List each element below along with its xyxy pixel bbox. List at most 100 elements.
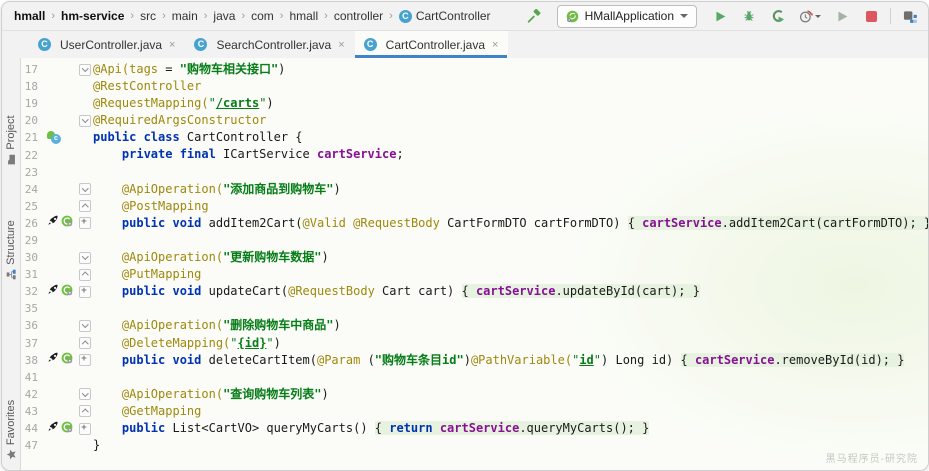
breadcrumb-item-hmall[interactable]: hmall bbox=[12, 8, 47, 24]
code-text[interactable]: public void deleteCartItem(@Param ("购物车条… bbox=[93, 352, 928, 369]
run-configuration-select[interactable]: HMallApplication bbox=[557, 5, 697, 28]
sidebar-item-structure[interactable]: Structure bbox=[5, 213, 17, 287]
fold-marker-icon[interactable] bbox=[79, 252, 91, 264]
fold-marker-icon[interactable] bbox=[79, 200, 91, 212]
stop-icon[interactable] bbox=[861, 6, 881, 26]
close-icon[interactable]: × bbox=[338, 39, 344, 51]
chevron-down-icon[interactable] bbox=[815, 15, 821, 18]
breadcrumb-item-com[interactable]: com bbox=[249, 8, 276, 24]
breadcrumb-item-java[interactable]: java bbox=[211, 8, 237, 24]
fold-marker-icon[interactable] bbox=[79, 337, 91, 349]
breadcrumb-item-controller[interactable]: controller bbox=[332, 8, 385, 24]
code-text[interactable]: @RequestMapping("/carts") bbox=[93, 95, 928, 112]
breadcrumb-item-hmall[interactable]: hmall bbox=[287, 8, 320, 24]
line-number[interactable]: 41 bbox=[21, 369, 47, 386]
code-text[interactable]: @GetMapping bbox=[93, 403, 928, 420]
fold-marker-icon[interactable] bbox=[79, 183, 91, 195]
spring-bean-class-icon[interactable] bbox=[47, 131, 61, 144]
code-line-36: 36 @ApiOperation("删除购物车中商品") bbox=[21, 317, 928, 334]
run-configuration-label: HMallApplication bbox=[585, 9, 674, 23]
build-hammer-icon[interactable] bbox=[524, 6, 544, 26]
line-number[interactable]: 25 bbox=[21, 198, 47, 215]
code-text[interactable]: @RestController bbox=[93, 78, 928, 95]
rocket-icon[interactable] bbox=[47, 420, 60, 438]
sidebar-item-label: Project bbox=[5, 115, 17, 149]
run-icon[interactable] bbox=[710, 6, 730, 26]
code-text[interactable]: @Api(tags = "购物车相关接口") bbox=[93, 61, 928, 78]
line-number[interactable]: 22 bbox=[21, 147, 47, 164]
code-token: ) Long id) bbox=[601, 353, 680, 367]
fold-marker-icon[interactable] bbox=[79, 354, 91, 366]
line-number[interactable]: 43 bbox=[21, 403, 47, 420]
code-text[interactable]: public class CartController { bbox=[93, 129, 928, 146]
close-icon[interactable]: × bbox=[492, 39, 498, 51]
line-number[interactable]: 30 bbox=[21, 249, 47, 266]
code-text[interactable]: @ApiOperation("查询购物车列表") bbox=[93, 386, 928, 403]
code-text[interactable]: @PostMapping bbox=[93, 198, 928, 215]
code-text[interactable]: public void addItem2Cart(@Valid @Request… bbox=[93, 215, 928, 232]
line-number[interactable]: 36 bbox=[21, 317, 47, 334]
code-text[interactable]: @ApiOperation("添加商品到购物车") bbox=[93, 181, 928, 198]
spring-bean-method-icon[interactable] bbox=[61, 351, 73, 369]
line-number[interactable]: 20 bbox=[21, 112, 47, 129]
spring-bean-method-icon[interactable] bbox=[61, 420, 73, 438]
line-number[interactable]: 38 bbox=[21, 352, 47, 369]
line-number[interactable]: 29 bbox=[21, 232, 47, 249]
rocket-icon[interactable] bbox=[47, 283, 60, 301]
tab-CartController.java[interactable]: CCartController.java× bbox=[355, 31, 509, 58]
fold-marker-icon[interactable] bbox=[79, 269, 91, 281]
sidebar-item-favorites[interactable]: Favorites bbox=[5, 393, 17, 467]
code-token: updateCart( bbox=[201, 284, 288, 298]
code-text[interactable]: } bbox=[93, 437, 928, 454]
line-number[interactable]: 37 bbox=[21, 335, 47, 352]
spring-bean-method-icon[interactable] bbox=[61, 214, 73, 232]
fold-marker-icon[interactable] bbox=[79, 64, 91, 76]
profiler-icon[interactable] bbox=[797, 6, 823, 26]
line-number[interactable]: 32 bbox=[21, 283, 47, 300]
line-number[interactable]: 35 bbox=[21, 300, 47, 317]
fold-marker-icon[interactable] bbox=[79, 286, 91, 298]
line-number[interactable]: 47 bbox=[21, 437, 47, 454]
spring-bean-method-icon[interactable] bbox=[61, 283, 73, 301]
line-number[interactable]: 26 bbox=[21, 215, 47, 232]
line-number[interactable]: 42 bbox=[21, 386, 47, 403]
line-number[interactable]: 44 bbox=[21, 420, 47, 437]
line-number[interactable]: 18 bbox=[21, 78, 47, 95]
sidebar-item-project[interactable]: Project bbox=[5, 103, 17, 177]
fold-marker-icon[interactable] bbox=[79, 405, 91, 417]
code-text[interactable]: @RequiredArgsConstructor bbox=[93, 112, 928, 129]
fold-marker-icon[interactable] bbox=[79, 115, 91, 127]
breadcrumb-item-hm-service[interactable]: hm-service bbox=[59, 8, 126, 24]
breadcrumb-item-src[interactable]: src bbox=[138, 8, 158, 24]
code-text[interactable]: @ApiOperation("更新购物车数据") bbox=[93, 249, 928, 266]
code-text[interactable]: @PutMapping bbox=[93, 266, 928, 283]
code-editor[interactable]: 17 @Api(tags = "购物车相关接口") 18 @RestControlle… bbox=[21, 58, 928, 470]
line-number[interactable]: 23 bbox=[21, 164, 47, 181]
tool-windows-icon[interactable] bbox=[900, 6, 920, 26]
fold-marker-icon[interactable] bbox=[79, 320, 91, 332]
code-token: " bbox=[209, 96, 216, 110]
breadcrumb-item-CartController[interactable]: CCartController bbox=[397, 8, 493, 24]
line-number[interactable]: 24 bbox=[21, 181, 47, 198]
tab-UserController.java[interactable]: CUserController.java× bbox=[29, 31, 185, 58]
line-number[interactable]: 17 bbox=[21, 61, 47, 78]
fold-marker-icon[interactable] bbox=[79, 217, 91, 229]
fold-marker-icon[interactable] bbox=[79, 388, 91, 400]
run-with-coverage-icon[interactable] bbox=[768, 6, 788, 26]
line-number[interactable]: 19 bbox=[21, 95, 47, 112]
code-text[interactable]: public List<CartVO> queryMyCarts() { ret… bbox=[93, 420, 928, 437]
line-number[interactable]: 31 bbox=[21, 266, 47, 283]
line-number[interactable]: 21 bbox=[21, 129, 47, 146]
code-text[interactable]: private final ICartService cartService; bbox=[93, 146, 928, 163]
close-icon[interactable]: × bbox=[169, 39, 175, 51]
debug-icon[interactable] bbox=[739, 6, 759, 26]
code-text[interactable]: @ApiOperation("删除购物车中商品") bbox=[93, 317, 928, 334]
code-text[interactable]: @DeleteMapping("{id}") bbox=[93, 335, 928, 352]
breadcrumb-item-main[interactable]: main bbox=[170, 8, 200, 24]
tab-SearchController.java[interactable]: CSearchController.java× bbox=[185, 31, 354, 58]
fold-marker-icon[interactable] bbox=[79, 423, 91, 435]
code-token bbox=[93, 336, 122, 350]
rocket-icon[interactable] bbox=[47, 351, 60, 369]
code-text[interactable]: public void updateCart(@RequestBody Cart… bbox=[93, 283, 928, 300]
rocket-icon[interactable] bbox=[47, 214, 60, 232]
